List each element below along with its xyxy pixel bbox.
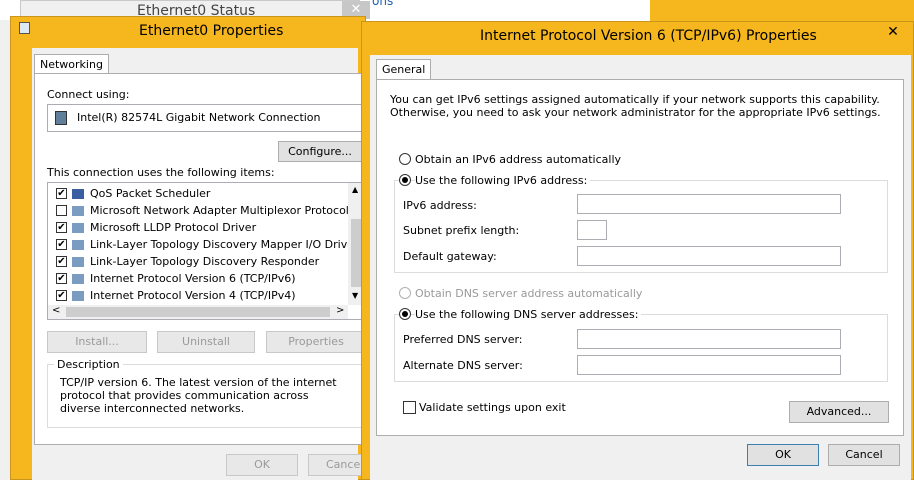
hscrollbar-thumb[interactable] bbox=[66, 307, 330, 317]
preferred-dns-label: Preferred DNS server: bbox=[403, 333, 523, 346]
prefix-length-label: Subnet prefix length: bbox=[403, 224, 520, 237]
item-checkbox[interactable]: ✔ bbox=[56, 256, 67, 267]
item-checkbox[interactable]: ✔ bbox=[56, 222, 67, 233]
list-item[interactable]: ✔ Internet Protocol Version 4 (TCP/IPv4) bbox=[48, 288, 346, 304]
list-item[interactable]: ✔ QoS Packet Scheduler bbox=[48, 186, 346, 202]
item-checkbox[interactable]: ✔ bbox=[56, 273, 67, 284]
uninstall-button[interactable]: Uninstall bbox=[157, 331, 255, 353]
list-item[interactable]: ✔ Link-Layer Topology Discovery Responder bbox=[48, 254, 346, 270]
ipv6-address-field[interactable] bbox=[577, 194, 841, 214]
validate-checkbox[interactable] bbox=[403, 401, 416, 414]
alternate-dns-label: Alternate DNS server: bbox=[403, 359, 523, 372]
ipv6-ok-button[interactable]: OK bbox=[747, 444, 819, 466]
advanced-button[interactable]: Advanced... bbox=[789, 401, 889, 423]
ipv6-properties-title: Internet Protocol Version 6 (TCP/IPv6) P… bbox=[480, 28, 817, 44]
horizontal-scrollbar[interactable]: < > bbox=[48, 305, 348, 319]
protocol-icon bbox=[72, 240, 84, 250]
manual-address-label[interactable]: Use the following IPv6 address: bbox=[415, 174, 591, 187]
list-item[interactable]: ✔ Microsoft LLDP Protocol Driver bbox=[48, 220, 346, 236]
scroll-right-icon[interactable]: > bbox=[336, 305, 344, 316]
scroll-left-icon[interactable]: < bbox=[52, 305, 60, 316]
description-group: Description TCP/IP version 6. The latest… bbox=[47, 358, 365, 428]
protocol-icon bbox=[72, 274, 84, 284]
alternate-dns-field[interactable] bbox=[577, 355, 841, 375]
manual-dns-label[interactable]: Use the following DNS server addresses: bbox=[415, 308, 642, 321]
network-window-icon bbox=[19, 22, 30, 34]
manual-address-radio[interactable] bbox=[399, 174, 411, 186]
scroll-down-icon[interactable]: ▼ bbox=[352, 291, 358, 300]
protocol-icon bbox=[72, 223, 84, 233]
auto-address-radio[interactable] bbox=[399, 153, 411, 165]
list-item[interactable]: ✔ Link-Layer Topology Discovery Mapper I/… bbox=[48, 237, 359, 253]
item-label: Microsoft Network Adapter Multiplexor Pr… bbox=[90, 204, 349, 217]
item-checkbox[interactable]: ✔ bbox=[56, 239, 67, 250]
gateway-label: Default gateway: bbox=[403, 250, 497, 263]
description-label: Description bbox=[54, 358, 123, 371]
list-item[interactable]: ✔ Internet Protocol Version 6 (TCP/IPv6) bbox=[48, 271, 346, 287]
intro-line-2: Otherwise, you need to ask your network … bbox=[390, 106, 881, 119]
item-label: Internet Protocol Version 6 (TCP/IPv6) bbox=[90, 272, 296, 285]
gateway-field[interactable] bbox=[577, 246, 841, 266]
preferred-dns-field[interactable] bbox=[577, 329, 841, 349]
items-label: This connection uses the following items… bbox=[47, 166, 275, 179]
connect-using-label: Connect using: bbox=[47, 88, 130, 101]
list-item[interactable]: Microsoft Network Adapter Multiplexor Pr… bbox=[48, 203, 349, 219]
items-list: ✔ QoS Packet Scheduler Microsoft Network A… bbox=[47, 182, 364, 320]
protocol-icon bbox=[72, 291, 84, 301]
item-label: Internet Protocol Version 4 (TCP/IPv4) bbox=[90, 289, 296, 302]
adapter-box: Intel(R) 82574L Gigabit Network Connecti… bbox=[47, 104, 367, 132]
background-window-frame bbox=[650, 0, 914, 22]
ipv6-address-label: IPv6 address: bbox=[403, 199, 477, 212]
protocol-icon bbox=[72, 206, 84, 216]
item-label: Microsoft LLDP Protocol Driver bbox=[90, 221, 257, 234]
item-label: QoS Packet Scheduler bbox=[90, 187, 211, 200]
scroll-up-icon[interactable]: ▲ bbox=[352, 185, 358, 194]
validate-label[interactable]: Validate settings upon exit bbox=[419, 401, 566, 414]
network-adapter-icon bbox=[55, 111, 67, 125]
ipv6-cancel-button[interactable]: Cancel bbox=[828, 444, 900, 466]
item-label: Link-Layer Topology Discovery Mapper I/O… bbox=[90, 238, 359, 251]
scrollbar-thumb[interactable] bbox=[351, 219, 361, 287]
prefix-length-field[interactable] bbox=[577, 220, 607, 240]
auto-address-label[interactable]: Obtain an IPv6 address automatically bbox=[415, 153, 621, 166]
adapter-name: Intel(R) 82574L Gigabit Network Connecti… bbox=[77, 111, 321, 124]
item-label: Link-Layer Topology Discovery Responder bbox=[90, 255, 320, 268]
eth-cancel-button[interactable]: Cancel bbox=[308, 454, 366, 476]
ethernet-properties-title: Ethernet0 Properties bbox=[139, 23, 284, 39]
properties-button[interactable]: Properties bbox=[266, 331, 366, 353]
item-checkbox[interactable]: ✔ bbox=[56, 188, 67, 199]
background-link-text[interactable]: ons bbox=[372, 0, 393, 8]
scheduler-icon bbox=[72, 189, 84, 199]
item-checkbox[interactable]: ✔ bbox=[56, 290, 67, 301]
tab-general[interactable]: General bbox=[376, 59, 432, 80]
description-text: TCP/IP version 6. The latest version of … bbox=[60, 376, 337, 415]
configure-button[interactable]: Configure... bbox=[278, 141, 362, 162]
manual-dns-radio[interactable] bbox=[399, 308, 411, 320]
protocol-icon bbox=[72, 257, 84, 267]
close-icon: ✕ bbox=[887, 24, 899, 40]
eth-ok-button[interactable]: OK bbox=[226, 454, 298, 476]
intro-line-1: You can get IPv6 settings assigned autom… bbox=[390, 93, 880, 106]
tab-networking[interactable]: Networking bbox=[34, 54, 109, 74]
install-button[interactable]: Install... bbox=[47, 331, 147, 353]
ipv6-close-button[interactable]: ✕ bbox=[876, 22, 910, 42]
auto-dns-label[interactable]: Obtain DNS server address automatically bbox=[415, 287, 642, 300]
item-checkbox[interactable] bbox=[56, 205, 67, 216]
auto-dns-radio[interactable] bbox=[399, 287, 411, 299]
